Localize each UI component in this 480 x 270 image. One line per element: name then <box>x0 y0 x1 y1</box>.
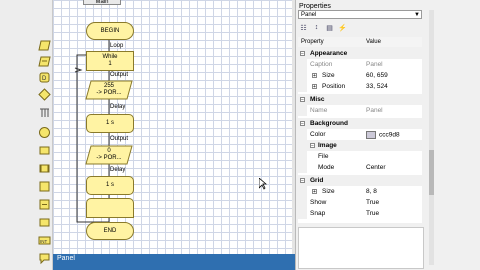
component-toolbox: D INT <box>0 0 53 270</box>
output2-text: 0 -> POR... <box>85 145 133 165</box>
status-text: Panel <box>57 255 75 262</box>
delay-tool-icon[interactable]: D <box>38 71 51 84</box>
component-macro-tool-icon[interactable] <box>38 180 51 193</box>
property-column-header: Property <box>301 39 324 45</box>
object-selector-value: Panel <box>301 12 317 18</box>
loop-label: Loop <box>110 43 124 49</box>
svg-text:INT: INT <box>40 239 48 244</box>
category-appearance[interactable]: − Appearance <box>298 48 422 59</box>
while-line2: 1 <box>108 61 112 67</box>
alphabetical-icon[interactable]: ↕ <box>311 22 322 33</box>
property-row-size[interactable]: + Size 60, 659 <box>298 70 422 81</box>
properties-toolbar: ☷ ↕ ▤ ⚡ <box>298 22 348 33</box>
property-row-position[interactable]: + Position 33, 524 <box>298 81 422 92</box>
property-grid-header: Property Value <box>298 37 422 47</box>
comment-tool-icon[interactable] <box>38 252 51 265</box>
loop-tool-icon[interactable] <box>38 126 51 139</box>
properties-view-icon[interactable]: ▤ <box>324 22 335 33</box>
connection-tool-icon[interactable] <box>38 216 51 229</box>
expand-icon[interactable]: + <box>312 84 317 90</box>
property-grid: − Appearance Caption Panel + Size 60, 65… <box>298 48 422 223</box>
while-line1: While <box>102 54 118 60</box>
category-misc[interactable]: − Misc <box>298 94 422 105</box>
output2-label: Output <box>110 136 129 142</box>
delay1-value: 1 s <box>105 120 114 126</box>
output1-port: -> POR... <box>96 90 122 96</box>
calculation-tool-icon[interactable] <box>38 144 51 157</box>
output2-value: 0 <box>107 148 111 154</box>
decision-tool-icon[interactable] <box>38 88 51 101</box>
collapse-icon[interactable]: − <box>300 121 305 127</box>
object-selector[interactable]: Panel ▼ <box>298 10 422 19</box>
output-tool-icon[interactable] <box>38 39 51 52</box>
properties-scrollbar-thumb[interactable] <box>429 150 434 195</box>
delay1-label: Delay <box>110 104 126 110</box>
property-row-mode[interactable]: Mode Center <box>298 162 422 173</box>
svg-text:D: D <box>42 76 47 82</box>
begin-label: BEGIN <box>100 27 120 34</box>
output1-label: Output <box>110 72 129 78</box>
switch-tool-icon[interactable] <box>38 198 51 211</box>
begin-terminal[interactable]: BEGIN <box>86 22 134 40</box>
properties-panel: Properties Panel ▼ ☷ ↕ ▤ ⚡ Property Valu… <box>295 0 480 270</box>
while-loop-block[interactable]: While 1 <box>86 51 134 71</box>
collapse-icon[interactable]: − <box>300 51 305 57</box>
delay2-value: 1 s <box>105 182 114 188</box>
property-description-box <box>298 227 424 269</box>
property-row-color[interactable]: Color ccc9d8 <box>298 129 422 140</box>
properties-title: Properties <box>299 3 331 10</box>
collapse-icon[interactable]: − <box>310 143 315 149</box>
expand-icon[interactable]: + <box>312 73 317 79</box>
collapse-icon[interactable]: − <box>300 97 305 103</box>
categorized-icon[interactable]: ☷ <box>298 22 309 33</box>
property-row-show[interactable]: Show True <box>298 197 422 208</box>
end-label: END <box>103 227 117 234</box>
expand-icon[interactable]: + <box>312 189 317 195</box>
property-row-caption[interactable]: Caption Panel <box>298 59 422 70</box>
flowchart-canvas[interactable]: Main BEGIN Loop While 1 Output 255 -> PO… <box>53 0 292 254</box>
status-bar: Panel <box>53 254 295 270</box>
category-image[interactable]: − Image <box>298 140 422 151</box>
property-row-name[interactable]: Name Panel <box>298 105 422 116</box>
color-swatch[interactable] <box>366 131 376 139</box>
events-icon[interactable]: ⚡ <box>337 22 348 33</box>
output1-text: 255 -> POR... <box>85 80 133 100</box>
delay2-block[interactable]: 1 s <box>86 176 134 195</box>
category-grid[interactable]: − Grid <box>298 175 422 186</box>
chevron-down-icon: ▼ <box>414 12 420 18</box>
mouse-cursor-icon <box>259 178 267 190</box>
output1-value: 255 <box>103 83 114 89</box>
category-background[interactable]: − Background <box>298 118 422 129</box>
property-row-snap[interactable]: Snap True <box>298 208 422 219</box>
delay2-label: Delay <box>110 167 126 173</box>
output2-port: -> POR... <box>96 155 122 161</box>
input-tool-icon[interactable] <box>38 55 51 68</box>
delay1-block[interactable]: 1 s <box>86 114 134 133</box>
macro-tool-icon[interactable] <box>38 162 51 175</box>
collapse-icon[interactable]: − <box>300 178 305 184</box>
properties-scrollbar[interactable] <box>429 10 434 265</box>
interrupt-tool-icon[interactable]: INT <box>38 234 51 247</box>
end-terminal[interactable]: END <box>86 222 134 240</box>
value-column-header: Value <box>366 39 381 45</box>
property-row-grid-size[interactable]: + Size 8, 8 <box>298 186 422 197</box>
loop-end-block[interactable] <box>86 198 134 218</box>
property-row-file[interactable]: File <box>298 151 422 162</box>
pin-tool-icon[interactable] <box>38 106 51 119</box>
